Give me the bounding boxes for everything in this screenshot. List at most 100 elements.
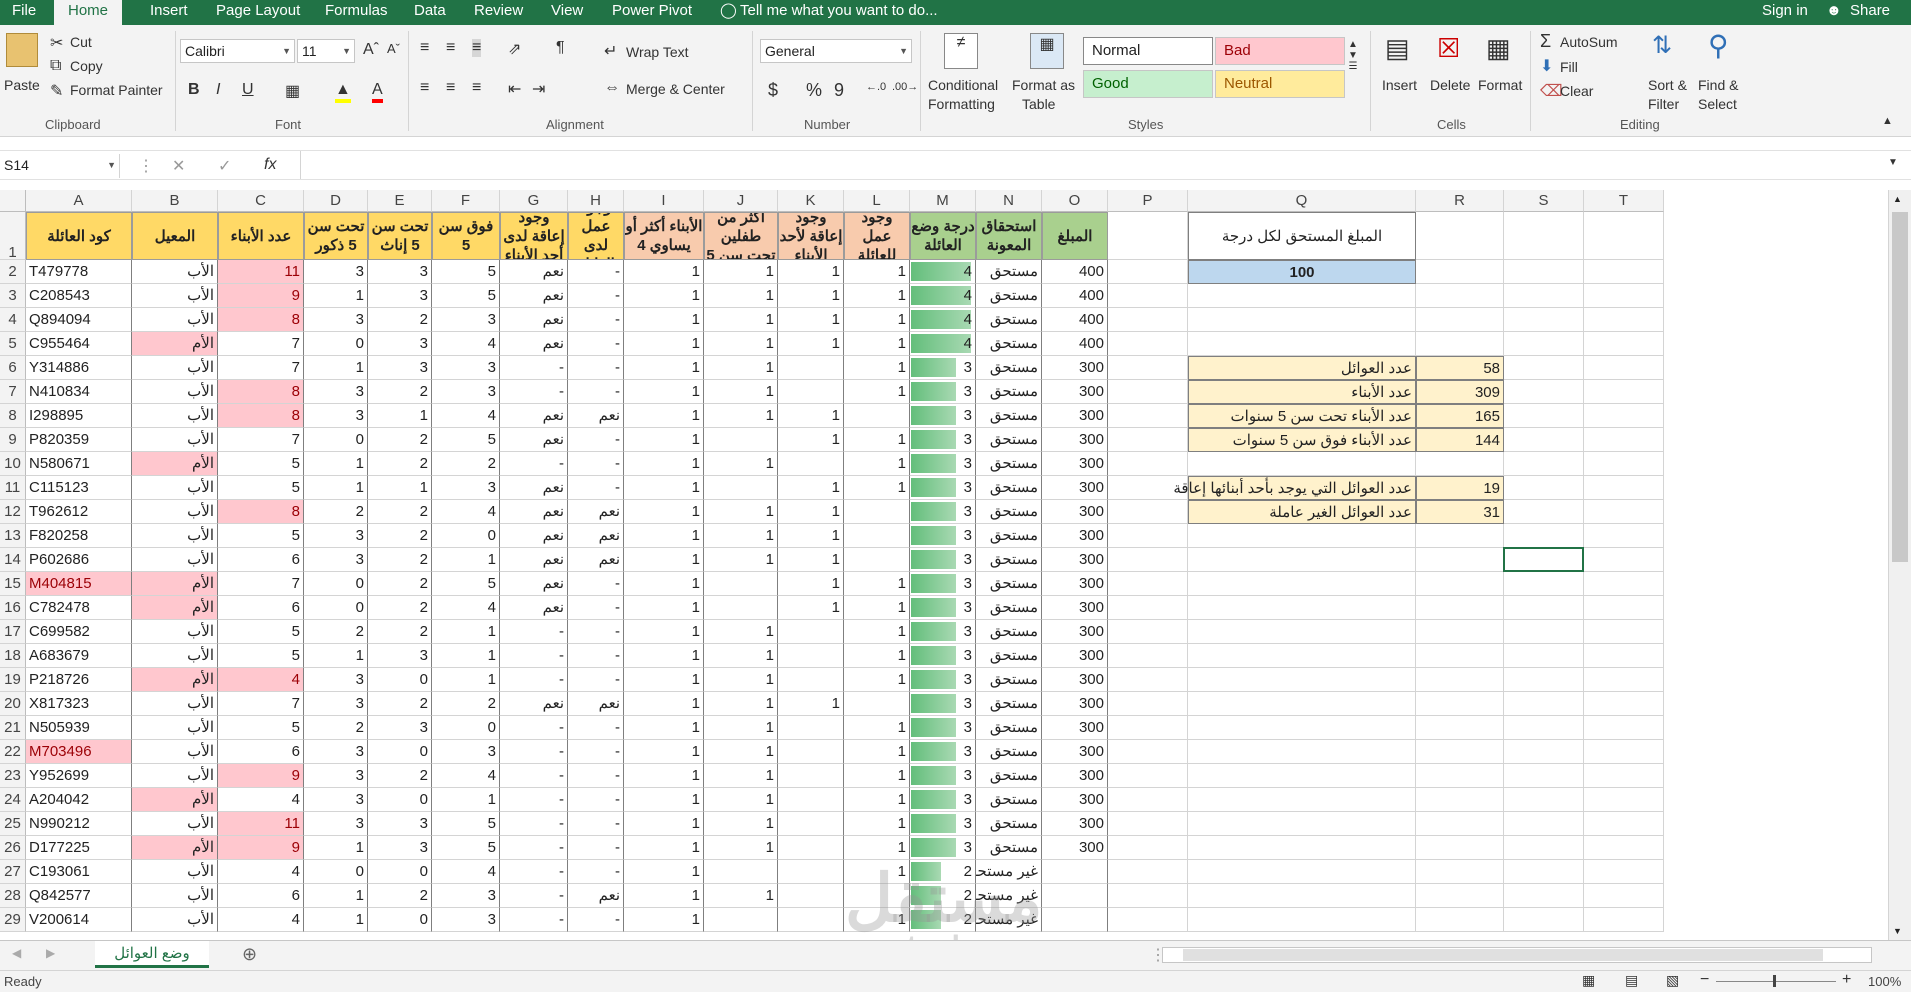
cell-G29[interactable]: - [500,908,568,932]
cell-D2[interactable]: 3 [304,260,368,284]
cell-K26[interactable] [778,836,844,860]
merge-center-button[interactable]: Merge & Center [626,81,725,97]
align-top-icon[interactable]: ≡ [420,39,429,57]
cell-G21[interactable]: - [500,716,568,740]
cell-S28[interactable] [1504,884,1584,908]
cell-F24[interactable]: 1 [432,788,500,812]
cell-G9[interactable]: نعم [500,428,568,452]
cell-S18[interactable] [1504,644,1584,668]
cell-N5[interactable]: مستحق [976,332,1042,356]
cell-T1[interactable] [1584,212,1664,260]
cell-L21[interactable]: 1 [844,716,910,740]
cell-N14[interactable]: مستحق [976,548,1042,572]
cell-O20[interactable]: 300 [1042,692,1108,716]
page-layout-view-icon[interactable]: ▤ [1625,972,1638,989]
cell-T20[interactable] [1584,692,1664,716]
row-header[interactable]: 3 [0,284,26,308]
cell-Q13[interactable] [1188,524,1416,548]
cell-F26[interactable]: 5 [432,836,500,860]
cell-L23[interactable]: 1 [844,764,910,788]
cell-F5[interactable]: 4 [432,332,500,356]
cell-I2[interactable]: 1 [624,260,704,284]
cell-F12[interactable]: 4 [432,500,500,524]
cell-H5[interactable]: - [568,332,624,356]
cell-P18[interactable] [1108,644,1188,668]
comma-button[interactable]: 9 [834,80,844,101]
row-header[interactable]: 25 [0,812,26,836]
row-header[interactable]: 9 [0,428,26,452]
cell-R19[interactable] [1416,668,1504,692]
cell-L24[interactable]: 1 [844,788,910,812]
cell-L6[interactable]: 1 [844,356,910,380]
cell-B9[interactable]: الأب [132,428,218,452]
cell-T17[interactable] [1584,620,1664,644]
cell-I25[interactable]: 1 [624,812,704,836]
font-size-combo[interactable]: 11 ▼ [297,39,355,63]
cell-B14[interactable]: الأب [132,548,218,572]
cell-G22[interactable]: - [500,740,568,764]
next-sheet-icon[interactable]: ▶ [46,946,55,960]
cell-D28[interactable]: 1 [304,884,368,908]
header-cell-F[interactable]: فوق سن 5 [432,212,500,260]
cell-R5[interactable] [1416,332,1504,356]
find-select-label[interactable]: Find & [1698,77,1738,93]
style-neutral[interactable]: Neutral [1215,70,1345,98]
cell-J15[interactable] [704,572,778,596]
cell-R3[interactable] [1416,284,1504,308]
cell-D18[interactable]: 1 [304,644,368,668]
cell-K11[interactable]: 1 [778,476,844,500]
scroll-up-icon[interactable]: ▲ [1893,194,1902,204]
cell-K21[interactable] [778,716,844,740]
cell-A6[interactable]: Y314886 [26,356,132,380]
cell-L15[interactable]: 1 [844,572,910,596]
cell-F23[interactable]: 4 [432,764,500,788]
stat-label[interactable]: عدد العوائل التي يوجد بأحد أبنائها إعاقة [1173,476,1416,500]
column-header-N[interactable]: N [976,190,1042,212]
cell-O14[interactable]: 300 [1042,548,1108,572]
cell-A18[interactable]: A683679 [26,644,132,668]
cell-D23[interactable]: 3 [304,764,368,788]
header-cell-H[interactable]: وجود عمل لدى العائلة [568,212,624,260]
cell-K7[interactable] [778,380,844,404]
cell-D7[interactable]: 3 [304,380,368,404]
cell-D21[interactable]: 2 [304,716,368,740]
cell-K20[interactable]: 1 [778,692,844,716]
cell-F19[interactable]: 1 [432,668,500,692]
cell-R2[interactable] [1416,260,1504,284]
cell-D9[interactable]: 0 [304,428,368,452]
cell-B15[interactable]: الأم [132,572,218,596]
cell-E26[interactable]: 3 [368,836,432,860]
cell-F15[interactable]: 5 [432,572,500,596]
cell-E24[interactable]: 0 [368,788,432,812]
cell-L20[interactable] [844,692,910,716]
cell-P7[interactable] [1108,380,1188,404]
cell-S10[interactable] [1504,452,1584,476]
cell-M23[interactable]: 3 [910,764,976,788]
cell-O9[interactable]: 300 [1042,428,1108,452]
orientation-icon[interactable]: ⇗ [508,39,521,59]
cell-N13[interactable]: مستحق [976,524,1042,548]
tell-me-box[interactable]: Tell me what you want to do... [740,0,938,25]
cell-A29[interactable]: V200614 [26,908,132,932]
cell-O25[interactable]: 300 [1042,812,1108,836]
cell-T25[interactable] [1584,812,1664,836]
cell-S13[interactable] [1504,524,1584,548]
cell-I23[interactable]: 1 [624,764,704,788]
cell-A10[interactable]: N580671 [26,452,132,476]
cell-N23[interactable]: مستحق [976,764,1042,788]
cell-S21[interactable] [1504,716,1584,740]
cell-N15[interactable]: مستحق [976,572,1042,596]
cell-O17[interactable]: 300 [1042,620,1108,644]
cell-G6[interactable]: - [500,356,568,380]
cell-B7[interactable]: الأب [132,380,218,404]
cell-A12[interactable]: T962612 [26,500,132,524]
cell-R20[interactable] [1416,692,1504,716]
cell-D4[interactable]: 3 [304,308,368,332]
cell-E11[interactable]: 1 [368,476,432,500]
cell-G26[interactable]: - [500,836,568,860]
cell-O11[interactable]: 300 [1042,476,1108,500]
cell-S15[interactable] [1504,572,1584,596]
cell-O10[interactable]: 300 [1042,452,1108,476]
cell-E22[interactable]: 0 [368,740,432,764]
increase-indent-icon[interactable]: ⇥ [532,79,545,99]
